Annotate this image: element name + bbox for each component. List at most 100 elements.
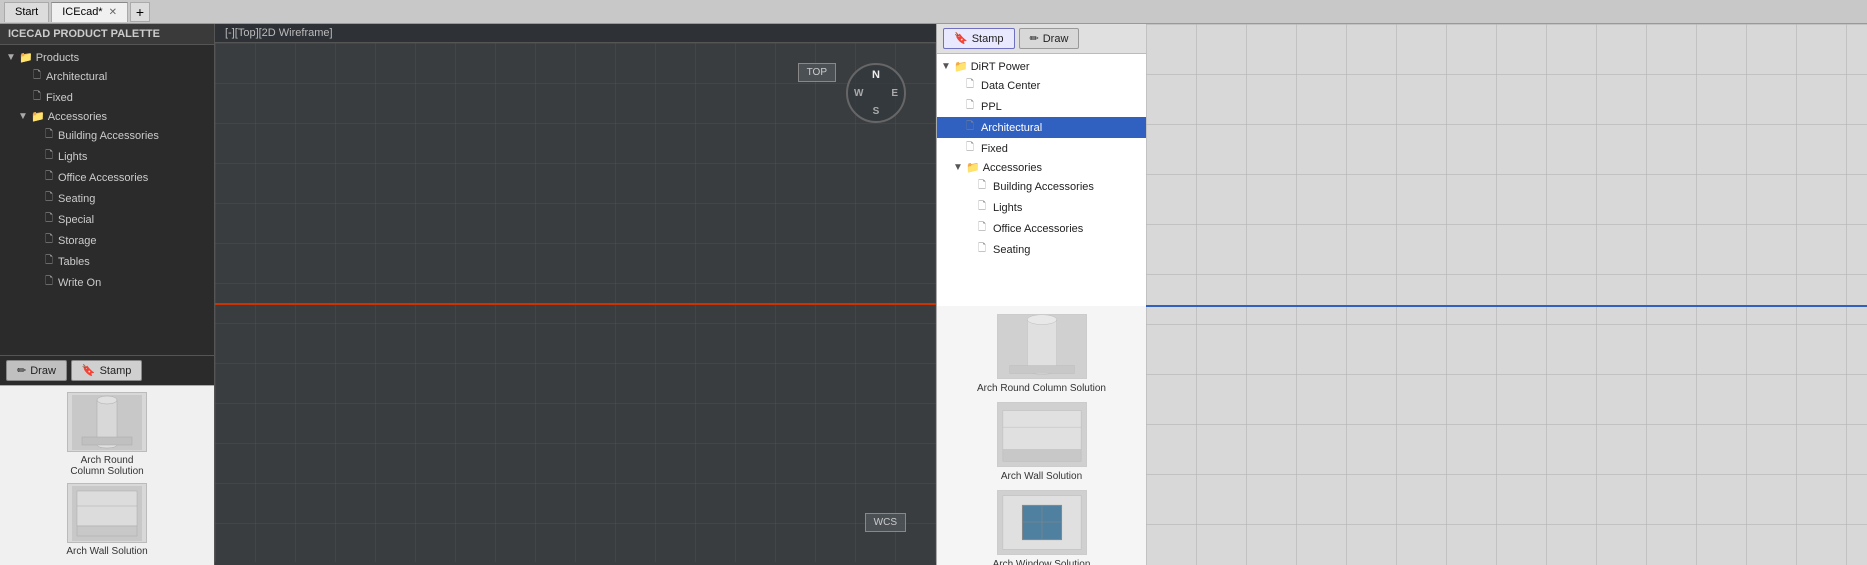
plus-icon: + [136, 4, 144, 20]
compass: N E S W [846, 63, 906, 123]
left-panel: ICECAD PRODUCT PALETTE ▼📁Products🗋Archit… [0, 24, 215, 565]
far-right-panel [1146, 24, 1867, 565]
right-tree-item-r-architectural[interactable]: 🗋Architectural [937, 117, 1146, 138]
viewport: [-][Top][2D Wireframe] N E S W TOP WCS [215, 24, 936, 565]
left-tree-label-storage: Storage [58, 235, 97, 247]
right-tree-label-r-seating: Seating [993, 244, 1030, 256]
left-tree-item-lights[interactable]: 🗋Lights [0, 146, 214, 167]
left-tree-item-storage[interactable]: 🗋Storage [0, 230, 214, 251]
left-tree-item-building-accessories[interactable]: 🗋Building Accessories [0, 125, 214, 146]
left-tree-item-architectural[interactable]: 🗋Architectural [0, 66, 214, 87]
folder-icon: 📁 [966, 161, 980, 174]
right-tree-label-r-lights: Lights [993, 202, 1022, 214]
compass-north: N [872, 69, 880, 81]
document-icon: 🗋 [978, 220, 990, 237]
viewport-canvas[interactable]: N E S W TOP WCS [215, 43, 936, 562]
document-icon: 🗋 [966, 119, 978, 136]
rthumb-arch-wall[interactable]: Arch Wall Solution [945, 402, 1138, 482]
left-tree-item-write-on[interactable]: 🗋Write On [0, 272, 214, 293]
compass-south: S [873, 106, 880, 117]
panel-title: ICECAD PRODUCT PALETTE [0, 24, 214, 45]
left-tree-label-special: Special [58, 214, 94, 226]
left-tree: ▼📁Products🗋Architectural🗋Fixed▼📁Accessor… [0, 45, 214, 355]
draw-button[interactable]: ✏ Draw [6, 360, 67, 381]
left-tree-label-office-accessories: Office Accessories [58, 172, 148, 184]
right-tree: ▼📁DiRT Power🗋Data Center🗋PPL🗋Architectur… [937, 54, 1146, 306]
document-icon: 🗋 [978, 241, 990, 258]
left-tree-item-office-accessories[interactable]: 🗋Office Accessories [0, 167, 214, 188]
left-tree-label-fixed: Fixed [46, 92, 73, 104]
left-tree-item-accessories[interactable]: ▼📁Accessories [0, 108, 214, 125]
document-icon: 🗋 [978, 199, 990, 216]
left-tree-label-building-accessories: Building Accessories [58, 130, 159, 142]
thumb-label-arch-wall: Arch Wall Solution [66, 546, 147, 557]
document-icon: 🗋 [43, 169, 55, 186]
right-tree-item-r-ppl[interactable]: 🗋PPL [937, 96, 1146, 117]
right-tree-item-r-accessories[interactable]: ▼📁Accessories [937, 159, 1146, 176]
pencil-icon-right: ✏ [1030, 32, 1039, 45]
viewport-label: [-][Top][2D Wireframe] [215, 24, 936, 43]
right-tree-item-r-building-accessories[interactable]: 🗋Building Accessories [937, 176, 1146, 197]
right-tree-label-r-fixed: Fixed [981, 143, 1008, 155]
compass-east: E [891, 88, 898, 99]
left-tree-label-seating: Seating [58, 193, 95, 205]
left-tree-label-products: Products [36, 52, 79, 64]
document-icon: 🗋 [31, 68, 43, 85]
tab-icecad[interactable]: ICEcad* ✕ [51, 2, 128, 22]
right-draw-button[interactable]: ✏ Draw [1019, 28, 1080, 49]
right-tree-item-r-lights[interactable]: 🗋Lights [937, 197, 1146, 218]
right-tree-item-r-dirt-power[interactable]: ▼📁DiRT Power [937, 58, 1146, 75]
close-icon[interactable]: ✕ [109, 7, 117, 18]
left-tree-item-fixed[interactable]: 🗋Fixed [0, 87, 214, 108]
thumb-label-arch-round-column: Arch RoundColumn Solution [70, 455, 143, 477]
folder-icon: 📁 [31, 110, 45, 123]
thumbnail-panel: Arch RoundColumn Solution Arch Wall Solu… [0, 385, 214, 565]
rthumb-img-arch-window [997, 490, 1087, 555]
stamp-icon: 🔖 [82, 364, 96, 377]
tab-icecad-label: ICEcad* [62, 6, 102, 18]
right-tree-label-r-office-accessories: Office Accessories [993, 223, 1083, 235]
chevron-down-icon: ▼ [953, 162, 963, 173]
document-icon: 🗋 [43, 274, 55, 291]
right-tree-item-r-data-center[interactable]: 🗋Data Center [937, 75, 1146, 96]
chevron-down-icon: ▼ [941, 61, 951, 72]
document-icon: 🗋 [43, 127, 55, 144]
document-icon: 🗋 [966, 77, 978, 94]
rthumb-label-arch-window: Arch Window Solution [993, 559, 1091, 565]
thumb-img-arch-wall [67, 483, 147, 543]
far-right-line [1146, 305, 1867, 307]
horizontal-line [215, 303, 936, 305]
right-stamp-button[interactable]: 🔖 Stamp [943, 28, 1015, 49]
left-tree-item-tables[interactable]: 🗋Tables [0, 251, 214, 272]
rthumb-img-arch-round-column [997, 314, 1087, 379]
rthumb-label-arch-wall: Arch Wall Solution [1001, 471, 1082, 482]
right-tree-label-r-ppl: PPL [981, 101, 1002, 113]
rthumb-img-arch-wall [997, 402, 1087, 467]
thumb-arch-wall[interactable]: Arch Wall Solution [6, 483, 208, 557]
folder-icon: 📁 [19, 51, 33, 64]
pencil-icon: ✏ [17, 364, 26, 377]
right-tree-item-r-office-accessories[interactable]: 🗋Office Accessories [937, 218, 1146, 239]
left-tree-item-seating[interactable]: 🗋Seating [0, 188, 214, 209]
chevron-down-icon: ▼ [18, 111, 28, 122]
wcs-button[interactable]: WCS [865, 513, 906, 532]
document-icon: 🗋 [966, 98, 978, 115]
tab-add-button[interactable]: + [130, 2, 150, 22]
stamp-button[interactable]: 🔖 Stamp [71, 360, 143, 381]
rthumb-arch-round-column[interactable]: Arch Round Column Solution [945, 314, 1138, 394]
left-tree-item-products[interactable]: ▼📁Products [0, 49, 214, 66]
tab-start[interactable]: Start [4, 2, 49, 22]
right-tree-item-r-seating[interactable]: 🗋Seating [937, 239, 1146, 260]
document-icon: 🗋 [43, 253, 55, 270]
main-layout: ICECAD PRODUCT PALETTE ▼📁Products🗋Archit… [0, 24, 1867, 565]
rthumb-arch-window[interactable]: Arch Window Solution [945, 490, 1138, 565]
folder-icon: 📁 [954, 60, 968, 73]
bottom-buttons: ✏ Draw 🔖 Stamp [0, 355, 214, 385]
right-tree-label-r-building-accessories: Building Accessories [993, 181, 1094, 193]
top-view-button[interactable]: TOP [798, 63, 836, 82]
thumb-arch-round-column[interactable]: Arch RoundColumn Solution [6, 392, 208, 477]
document-icon: 🗋 [43, 148, 55, 165]
left-tree-item-special[interactable]: 🗋Special [0, 209, 214, 230]
right-tree-item-r-fixed[interactable]: 🗋Fixed [937, 138, 1146, 159]
left-tree-label-tables: Tables [58, 256, 90, 268]
